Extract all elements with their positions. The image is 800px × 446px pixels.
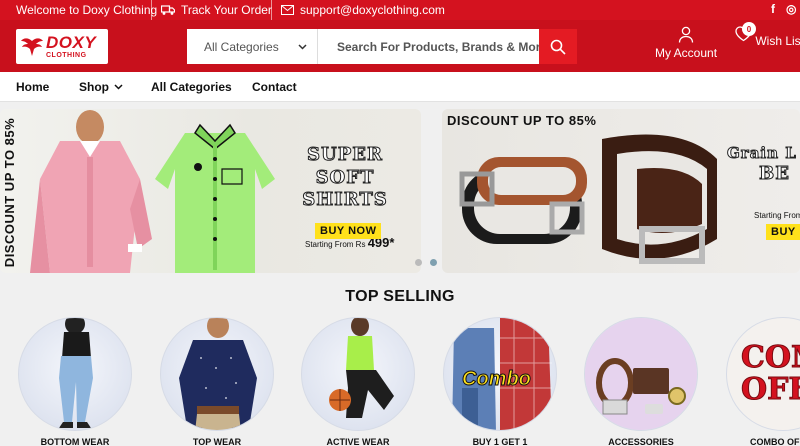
athlete-image (329, 318, 394, 418)
wing-logo-icon (21, 37, 43, 56)
category-label: COMBO OFF (750, 437, 800, 446)
promo-banner-shirts[interactable]: DISCOUNT UP TO 85% SUPER SOFT SHIRTS Sta… (0, 109, 421, 273)
chevron-down-icon (114, 84, 123, 90)
search-button[interactable] (539, 29, 577, 64)
belts-image (459, 134, 717, 264)
track-order-link[interactable]: Track Your Order (161, 3, 272, 17)
truck-icon (161, 5, 175, 15)
discount-text: DISCOUNT UP TO 85% (447, 113, 597, 128)
search-input[interactable] (318, 29, 539, 64)
accessories-image (585, 318, 697, 430)
site-header: DOXY CLOTHING All Categories My Account … (0, 20, 800, 72)
carousel-dot[interactable] (415, 259, 422, 266)
divider (271, 0, 272, 20)
category-label: BUY 1 GET 1 (472, 437, 528, 446)
category-accessories[interactable] (584, 317, 698, 431)
starting-price: Starting From (754, 211, 800, 220)
divider (151, 0, 152, 20)
banner-title: SUPER SOFT SHIRTS (302, 144, 388, 211)
welcome-text: Welcome to Doxy Clothing (16, 3, 158, 17)
buy-now-button[interactable]: BUY (766, 224, 800, 240)
category-combo-offer[interactable]: COMB OFFE (726, 317, 800, 431)
top-strip: Welcome to Doxy Clothing Track Your Orde… (0, 0, 800, 20)
category-buy-1-get-1[interactable]: Combo (443, 317, 557, 431)
logo-wordmark: DOXY (46, 33, 97, 52)
support-email-link[interactable]: support@doxyclothing.com (281, 3, 445, 17)
category-label: BOTTOM WEAR (40, 437, 110, 446)
chevron-down-icon (298, 43, 307, 50)
banner-title: Grain L BE (727, 144, 797, 185)
support-email: support@doxyclothing.com (300, 3, 445, 17)
category-top-wear[interactable] (160, 317, 274, 431)
combo-offer-overlay-text: COMB OFFE (741, 340, 800, 407)
wishlist-count-badge: 0 (742, 22, 756, 36)
carousel-dot[interactable] (430, 259, 437, 266)
navy-shirt-model-image (179, 318, 257, 430)
my-account-label: My Account (655, 46, 718, 60)
wishlist-link[interactable]: 0 Wish List (735, 22, 800, 48)
category-select-value: All Categories (204, 39, 279, 54)
search-bar: All Categories (187, 29, 577, 64)
nav-shop-label: Shop (79, 80, 109, 94)
nav-contact[interactable]: Contact (252, 80, 297, 94)
wishlist-label: Wish List (755, 34, 800, 48)
promo-banner-belts[interactable]: DISCOUNT UP TO 85% Grain L BE Starting F… (442, 109, 800, 273)
carousel-dots (415, 259, 437, 266)
category-select[interactable]: All Categories (187, 29, 318, 64)
facebook-icon[interactable]: f (771, 2, 775, 16)
my-account-link[interactable]: My Account (655, 26, 717, 60)
section-title: TOP SELLING (345, 288, 455, 305)
nav-all-categories[interactable]: All Categories (151, 80, 232, 94)
main-nav: Home Shop All Categories Contact (0, 72, 800, 102)
buy-now-button[interactable]: BUY NOW (315, 223, 382, 239)
track-order-label: Track Your Order (181, 3, 272, 17)
nav-home[interactable]: Home (16, 80, 49, 94)
green-shirt-image (155, 123, 275, 273)
logo-subtext: CLOTHING (46, 52, 87, 59)
user-icon (678, 26, 694, 43)
category-bottom-wear[interactable] (18, 317, 132, 431)
jeans-model-image (59, 318, 93, 428)
combo-overlay-text: Combo (462, 368, 532, 391)
discount-vertical-text: DISCOUNT UP TO 85% (2, 117, 18, 267)
brand-logo[interactable]: DOXY CLOTHING (16, 29, 108, 64)
category-label: ACCESSORIES (608, 437, 674, 446)
mail-icon (281, 5, 294, 15)
category-label: TOP WEAR (192, 437, 242, 446)
nav-shop[interactable]: Shop (79, 80, 123, 94)
search-icon (550, 39, 566, 55)
category-label: ACTIVE WEAR (326, 437, 390, 446)
instagram-icon[interactable]: ◎ (786, 2, 796, 16)
category-active-wear[interactable] (301, 317, 415, 431)
pink-shirt-model-image (30, 110, 152, 273)
